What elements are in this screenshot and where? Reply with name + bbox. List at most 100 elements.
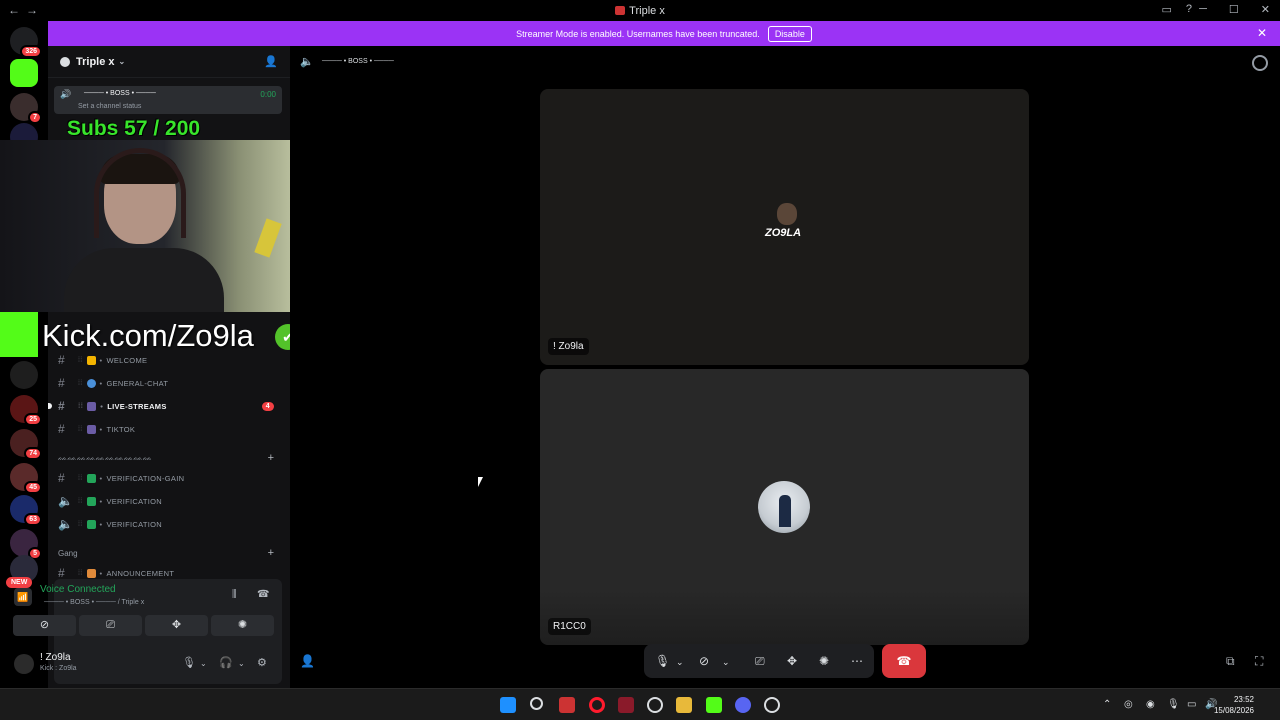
tray-icon[interactable]: ◉ (1146, 699, 1155, 710)
settings-gear-icon[interactable]: ⚙ (257, 656, 267, 669)
category-verification[interactable]: ᨐᨐᨐᨐᨐᨐᨐᨐᨐᨐ + (58, 451, 280, 465)
webcam-body (64, 248, 224, 312)
app-icon[interactable] (559, 697, 575, 713)
windows-start-icon[interactable] (500, 697, 516, 713)
disconnect-button[interactable]: ☎ (882, 644, 926, 678)
invite-icon[interactable]: 👤 (264, 55, 278, 68)
channel-verification-voice[interactable]: 🔈 ⁞⁞ • VERIFICATION (58, 514, 284, 534)
file-explorer-icon[interactable] (676, 697, 692, 713)
category-gang[interactable]: Gang + (58, 546, 280, 560)
server-icon[interactable]: 5 (10, 529, 42, 560)
pin-icon: ⁞⁞ (78, 379, 83, 387)
channel-general-chat[interactable]: # ⁞⁞ • GENERAL-CHAT (58, 373, 284, 393)
new-badge[interactable]: NEW (6, 577, 33, 588)
close-window-icon[interactable]: ✕ (1261, 3, 1270, 16)
channel-label: WELCOME (106, 355, 148, 365)
check-emoji-icon (86, 496, 96, 506)
minimize-icon[interactable]: ─ (1199, 3, 1207, 16)
channel-welcome[interactable]: # ⁞⁞ • WELCOME (58, 350, 284, 370)
help-icon[interactable]: ? (1186, 3, 1192, 16)
separator-dot: • (100, 401, 104, 411)
maximize-icon[interactable]: ☐ (1229, 3, 1239, 16)
camera-off-button[interactable]: ⊘ (13, 615, 76, 636)
microphone-icon[interactable]: 🎙 (655, 654, 670, 668)
server-icon[interactable]: 63 (10, 495, 42, 526)
more-options-icon[interactable]: ⋯ (851, 654, 863, 668)
chevron-down-icon[interactable]: ⌄ (200, 659, 207, 668)
screen-share-button[interactable]: ⎚ (79, 615, 142, 636)
tray-icon[interactable]: ◎ (1124, 699, 1133, 710)
disable-button[interactable]: Disable (767, 25, 812, 42)
guild-header[interactable]: Triple x ⌄ 👤 (48, 46, 290, 78)
search-icon[interactable] (530, 697, 543, 710)
server-icon[interactable]: 45 (10, 463, 42, 494)
voice-channel-row[interactable]: 🔊 ──── • BOSS • ──── Set a channel statu… (54, 86, 282, 114)
participant-name: R1CC0 (548, 618, 591, 635)
microphone-tray-icon[interactable]: 🎙 (1167, 699, 1180, 710)
discord-icon[interactable] (735, 697, 751, 713)
obs-icon[interactable] (647, 697, 663, 713)
voice-connected-subtitle[interactable]: ──── • BOSS • ──── / Triple x (44, 599, 144, 606)
pin-icon: ⁞⁞ (78, 497, 83, 505)
invite-user-icon[interactable]: 👤 (300, 654, 315, 668)
soundboard-button[interactable]: ✺ (211, 615, 274, 636)
speaker-icon: 🔈 (300, 56, 314, 68)
screen-share-icon[interactable]: ⎚ (755, 654, 765, 669)
user-status: Kick : Zo9la (40, 665, 77, 672)
headphones-icon[interactable]: 🎧 (219, 656, 233, 669)
server-icon[interactable]: 74 (10, 429, 42, 460)
pin-icon: ⁞⁞ (78, 402, 84, 410)
microphone-icon[interactable]: 🎙 (182, 656, 196, 669)
add-channel-icon[interactable]: + (268, 547, 274, 559)
banner-close-icon[interactable]: ✕ (1257, 26, 1267, 40)
server-icon[interactable]: 25 (10, 395, 42, 426)
channel-status[interactable]: Set a channel status (78, 103, 141, 110)
avatar-figure (779, 495, 791, 527)
participant-tile[interactable]: R1CC0 (540, 369, 1029, 645)
channel-emoji (87, 401, 97, 411)
fullscreen-icon[interactable]: ⛶ (1255, 654, 1263, 669)
opera-icon[interactable] (589, 697, 605, 713)
voice-connected-label[interactable]: Voice Connected (40, 584, 116, 595)
chevron-down-icon[interactable]: ⌄ (676, 657, 684, 668)
signal-icon[interactable]: 📶 (14, 588, 32, 606)
avatar[interactable] (14, 654, 34, 674)
server-icon-kick[interactable] (10, 59, 38, 87)
server-icon[interactable] (10, 361, 38, 389)
home-server-icon[interactable]: 326 (10, 27, 42, 58)
app-icon[interactable] (706, 697, 722, 713)
guild-name: Triple x (76, 55, 115, 68)
window-controls: ─ ☐ ✕ (1199, 3, 1270, 16)
chevron-down-icon[interactable]: ⌄ (722, 657, 730, 668)
inbox-icon[interactable]: ▭ (1161, 3, 1171, 16)
popout-icon[interactable]: ⧉ (1226, 654, 1235, 669)
tray-chevron-icon[interactable]: ⌃ (1103, 699, 1111, 710)
soundboard-icon[interactable]: ✺ (819, 654, 829, 668)
clock[interactable]: 23:52 15/08/2026 (1214, 694, 1254, 716)
camera-off-icon[interactable]: ⊘ (699, 654, 709, 668)
activities-icon[interactable]: ✥ (787, 654, 797, 668)
pin-icon: ⁞⁞ (78, 474, 83, 482)
logo-text: ZO9LA (765, 227, 802, 239)
separator-dot: • (99, 473, 103, 483)
add-channel-icon[interactable]: + (268, 452, 274, 464)
network-icon[interactable]: ▭ (1187, 699, 1196, 710)
separator-dot: • (99, 424, 103, 434)
title-bar: ←→ Triple x ▭ ? ─ ☐ ✕ (0, 0, 1280, 21)
participant-tile[interactable]: ZO9LA ! Zo9la (540, 89, 1029, 365)
noise-suppression-icon[interactable]: ⫼ (232, 589, 237, 600)
channel-label: ANNOUNCEMENT (106, 568, 175, 578)
chat-icon[interactable] (1252, 55, 1268, 71)
disconnect-icon[interactable]: ☎ (257, 589, 269, 600)
app-icon[interactable] (618, 697, 634, 713)
channel-verification-voice[interactable]: 🔈 ⁞⁞ • VERIFICATION (58, 491, 284, 511)
channel-verification-gain[interactable]: # ⁞⁞ • VERIFICATION-GAIN (58, 468, 284, 488)
server-icon[interactable]: 7 (10, 93, 42, 124)
channel-tiktok[interactable]: # ⁞⁞ • TIKTOK (58, 419, 284, 439)
app-icon[interactable] (764, 697, 780, 713)
home-badge: 326 (20, 45, 42, 58)
channel-live-streams[interactable]: # ⁞⁞ • LIVE-STREAMS 4 (58, 396, 278, 416)
participant-avatar: ZO9LA (765, 203, 807, 251)
activities-button[interactable]: ✥ (145, 615, 208, 636)
chevron-down-icon[interactable]: ⌄ (238, 659, 245, 668)
